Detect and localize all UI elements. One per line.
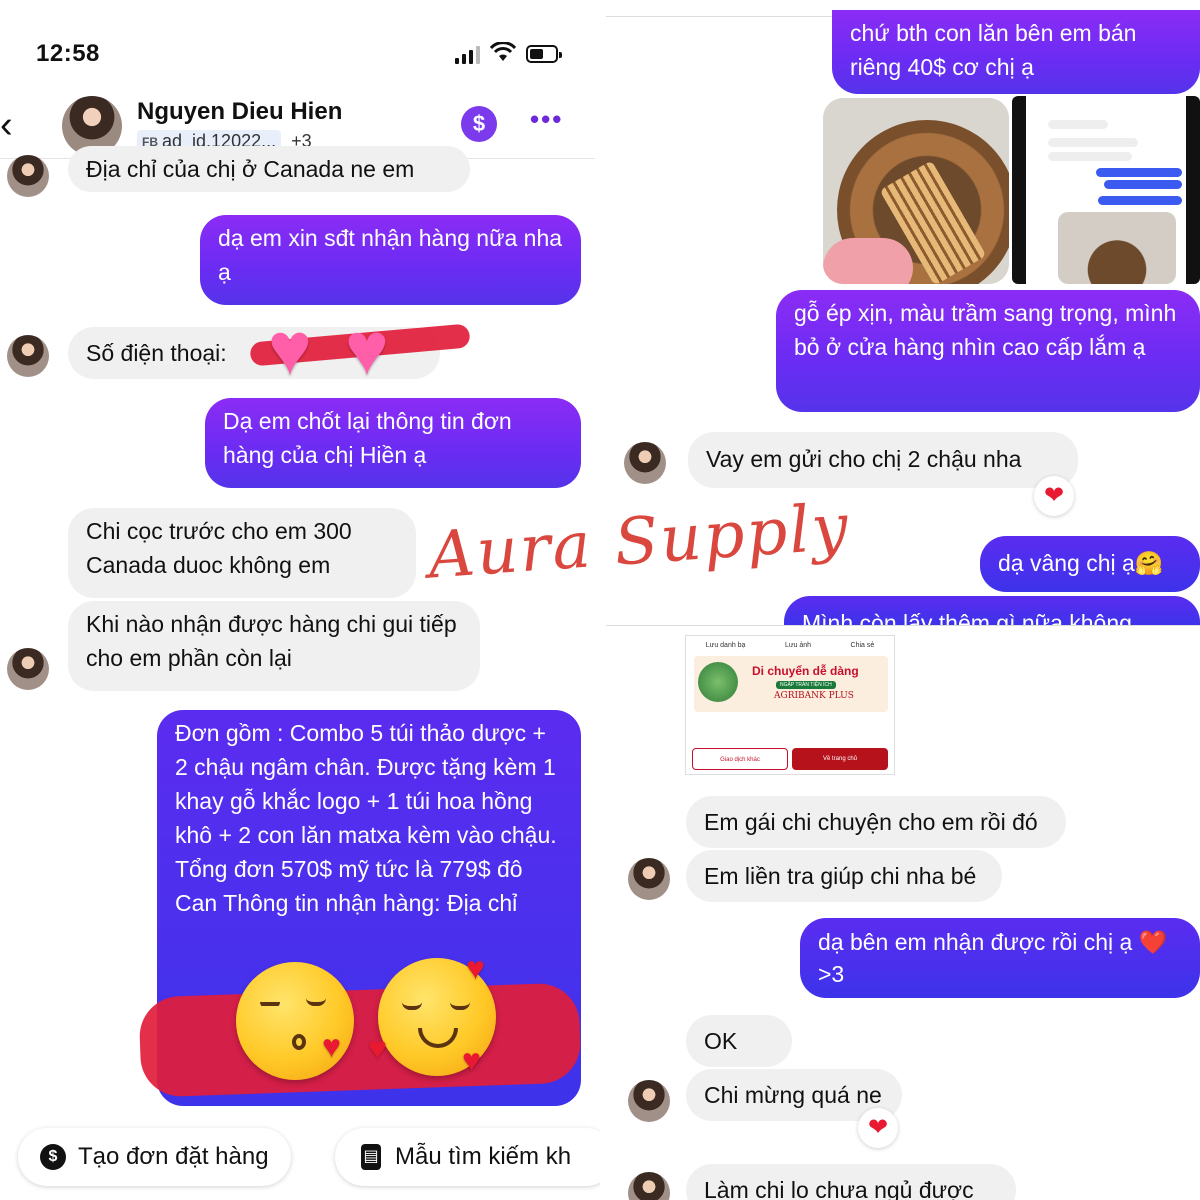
message-text: dạ vâng chị ạ🤗: [998, 550, 1164, 576]
message-outgoing-cropped: Mình còn lấy thêm gì nữa không: [784, 596, 1200, 626]
footbath-photo: [823, 98, 1009, 284]
chip-label: Tạo đơn đặt hàng: [78, 1143, 269, 1170]
dollar-icon: $: [40, 1144, 66, 1170]
message-incoming: Vay em gửi cho chị 2 chậu nha: [688, 432, 1078, 488]
create-order-button[interactable]: $ Tạo đơn đặt hàng: [18, 1128, 291, 1186]
message-text: dạ em xin sđt nhận hàng nữa nha ạ: [218, 225, 563, 285]
heart-reaction-icon[interactable]: ❤: [1034, 476, 1074, 516]
message-text: Làm chi lo chưa ngủ được hiii: [704, 1177, 974, 1200]
message-outgoing: dạ em xin sđt nhận hàng nữa nha ạ: [200, 215, 581, 305]
bank-app-screenshot: Lưu danh bạ Lưu ảnh Chia sẻ Di chuyển dễ…: [685, 635, 895, 775]
sender-avatar: [628, 858, 670, 900]
redaction-scribble: [138, 982, 582, 1098]
contact-name[interactable]: Nguyen Dieu Hien: [137, 98, 342, 126]
bank-tab: Chia sẻ: [850, 642, 875, 649]
message-incoming: Em gái chi chuyện cho em rồi đó: [686, 796, 1066, 848]
message-text: Vay em gửi cho chị 2 chậu nha: [706, 446, 1022, 472]
message-text: Chi cọc trước cho em 300 Canada duoc khô…: [86, 518, 352, 578]
pink-heart-sticker-icon: ♥: [345, 307, 389, 390]
message-incoming: Em liền tra giúp chi nha bé: [686, 850, 1002, 902]
search-template-button[interactable]: ▤ Mẫu tìm kiếm kh: [335, 1128, 600, 1186]
message-outgoing: dạ vâng chị ạ🤗: [980, 536, 1200, 592]
message-text: Khi nào nhận được hàng chi gui tiếp cho …: [86, 611, 457, 671]
signal-icon: [455, 46, 480, 64]
crop-divider: [606, 625, 1200, 626]
message-text: gỗ ép xịn, màu trầm sang trọng, mình bỏ …: [794, 300, 1177, 360]
message-text: Địa chỉ của chị ở Canada ne em: [86, 156, 415, 182]
right-chat-screenshot: chứ bth con lăn bên em bán riêng 40$ cơ …: [606, 0, 1200, 1200]
red-heart-icon: ♥: [466, 950, 485, 986]
message-text: dạ bên em nhận được rồi chị ạ ❤️ >3: [818, 929, 1168, 987]
wifi-icon: [489, 41, 517, 68]
message-incoming: Địa chỉ của chị ở Canada ne em: [68, 146, 470, 192]
battery-icon: [526, 45, 562, 63]
message-text: Số điện thoại:: [86, 340, 227, 366]
message-text: Chi mừng quá ne: [704, 1082, 882, 1108]
red-heart-icon: ♥: [368, 1030, 387, 1066]
message-text: chứ bth con lăn bên em bán riêng 40$ cơ …: [850, 20, 1137, 80]
heart-reaction-icon[interactable]: ❤: [858, 1108, 898, 1148]
bank-brand: AGRIBANK PLUS: [774, 691, 854, 701]
message-incoming: Khi nào nhận được hàng chi gui tiếp cho …: [68, 601, 480, 691]
message-text: Mình còn lấy thêm gì nữa không: [802, 610, 1132, 626]
bank-headline: Di chuyển dễ dàng: [752, 664, 859, 678]
bank-other-transaction-button: Giao dịch khác: [692, 748, 788, 770]
red-heart-icon: ♥: [462, 1042, 481, 1078]
chip-label: Mẫu tìm kiếm kh: [395, 1143, 572, 1170]
pink-heart-sticker-icon: ♥: [268, 307, 312, 390]
message-incoming: OK em: [686, 1015, 792, 1088]
bank-home-button: Về trang chủ: [792, 748, 888, 770]
back-button[interactable]: ‹: [0, 105, 26, 145]
left-chat-screenshot: 12:58 ‹ Nguyen Dieu Hien FB ad_id.12022..…: [0, 0, 600, 1200]
red-heart-icon: ♥: [322, 1028, 341, 1064]
document-icon: ▤: [361, 1144, 381, 1170]
message-outgoing: Dạ em chốt lại thông tin đơn hàng của ch…: [205, 398, 581, 488]
chat-screenshot-thumbnail: [1012, 96, 1200, 284]
message-text: Dạ em chốt lại thông tin đơn hàng của ch…: [223, 408, 512, 468]
sender-avatar: [7, 155, 49, 197]
message-text: Em gái chi chuyện cho em rồi đó: [704, 809, 1038, 835]
message-text: Đơn gồm : Combo 5 túi thảo dược + 2 chậu…: [175, 720, 557, 916]
message-outgoing: dạ bên em nhận được rồi chị ạ ❤️ >3: [800, 918, 1200, 998]
sender-avatar: [624, 442, 666, 484]
message-incoming: Làm chi lo chưa ngủ được hiii: [686, 1164, 1016, 1200]
bank-tab: Lưu ảnh: [784, 642, 812, 649]
bank-subline: NGẬP TRÀN TIỆN ÍCH: [776, 681, 836, 689]
bank-logo-icon: [698, 662, 738, 702]
sender-avatar: [7, 335, 49, 377]
sender-avatar: [7, 648, 49, 690]
status-time: 12:58: [36, 40, 100, 67]
message-outgoing: gỗ ép xịn, màu trầm sang trọng, mình bỏ …: [776, 290, 1200, 412]
sender-avatar: [628, 1080, 670, 1122]
message-text: Em liền tra giúp chi nha bé: [704, 863, 977, 889]
payment-button[interactable]: $: [461, 106, 497, 142]
message-outgoing: chứ bth con lăn bên em bán riêng 40$ cơ …: [832, 10, 1200, 94]
more-options-button[interactable]: •••: [530, 104, 563, 135]
bank-tab: Lưu danh bạ: [705, 642, 746, 649]
sender-avatar: [628, 1172, 670, 1200]
message-incoming: Chi cọc trước cho em 300 Canada duoc khô…: [68, 508, 416, 598]
